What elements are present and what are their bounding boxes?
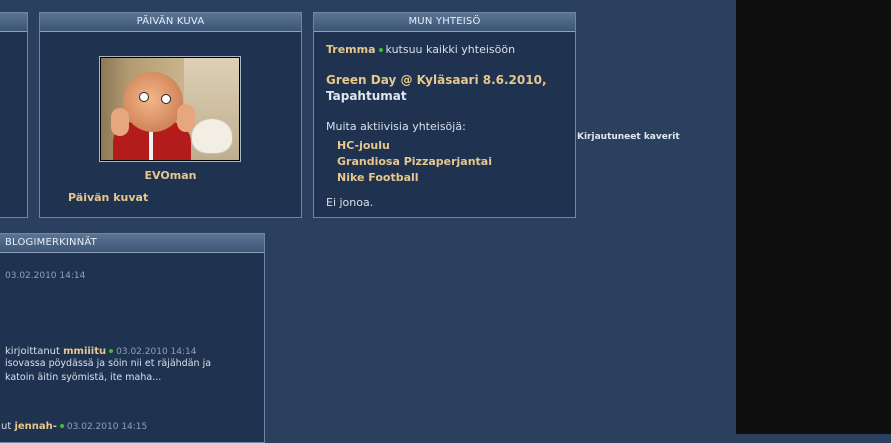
community-event: Green Day @ Kyläsaari 8.6.2010, Tapahtum… [326, 72, 571, 104]
daily-photos-link[interactable]: Päivän kuvat [68, 191, 148, 204]
blog-entry: kirjoittanut mmiiitu 03.02.2010 14:14 iso… [5, 346, 211, 385]
community-link[interactable]: Nike Football [337, 170, 571, 186]
blog-timestamp: 03.02.2010 14:14 [5, 271, 86, 281]
community-link[interactable]: Grandiosa Pizzaperjantai [337, 154, 571, 170]
daily-photo-panel: PÄIVÄN KUVA EVOman Päivän kuvat [39, 12, 302, 218]
logged-in-friends-label: Kirjautuneet kaverit [577, 132, 680, 142]
left-panel-header [0, 13, 27, 32]
event-category-link[interactable]: Tapahtumat [326, 88, 571, 104]
blog-timestamp: 03.02.2010 14:14 [116, 347, 197, 357]
blog-excerpt-line[interactable]: isovassa pöydässä ja söin nii et räjähdä… [5, 357, 211, 371]
right-dark-strip [736, 0, 891, 434]
photo-author-link[interactable]: EVOman [40, 169, 301, 182]
daily-photo-image [101, 58, 239, 160]
daily-photo-header: PÄIVÄN KUVA [40, 13, 301, 32]
blog-timestamp: 03.02.2010 14:15 [66, 422, 148, 432]
blog-author-prefix: kirjoittanut [5, 346, 60, 357]
blog-author-prefix: ut [1, 421, 12, 432]
blog-author-username[interactable]: mmiiitu [63, 346, 106, 357]
online-status-icon [378, 47, 383, 52]
community-link[interactable]: HC-joulu [337, 138, 571, 154]
online-status-icon [59, 423, 64, 428]
my-community-panel: MUN YHTEISÖ Tremma kutsuu kaikki yhteisöö… [313, 12, 576, 218]
queue-status: Ei jonoa. [326, 196, 374, 209]
blog-entries-panel: BLOGIMERKINNÄT 03.02.2010 14:14 kirjoitt… [0, 233, 265, 443]
blog-entry: ut jennah- 03.02.2010 14:15 [1, 421, 147, 432]
blog-entries-header: BLOGIMERKINNÄT [0, 234, 264, 253]
online-status-icon [109, 348, 114, 353]
blog-excerpt-line[interactable]: katoin äitin syömistä, ite maha... [5, 371, 211, 385]
community-body: Tremma kutsuu kaikki yhteisöön Green Day … [326, 43, 571, 209]
other-communities-label: Muita aktiivisia yhteisöjä: [326, 120, 466, 133]
invite-text: kutsuu kaikki yhteisöön [385, 43, 516, 56]
daily-photo[interactable] [99, 56, 241, 162]
my-community-header: MUN YHTEISÖ [314, 13, 575, 32]
inviter-username[interactable]: Tremma [326, 43, 376, 56]
blog-author-username[interactable]: jennah- [14, 421, 56, 432]
invite-line: Tremma kutsuu kaikki yhteisöön [326, 43, 571, 56]
blog-entry: 03.02.2010 14:14 [5, 270, 85, 281]
community-list: HC-joulu Grandiosa Pizzaperjantai Nike F… [326, 138, 571, 186]
left-panel-partial [0, 12, 28, 218]
event-title-link[interactable]: Green Day @ Kyläsaari 8.6.2010, [326, 72, 571, 88]
